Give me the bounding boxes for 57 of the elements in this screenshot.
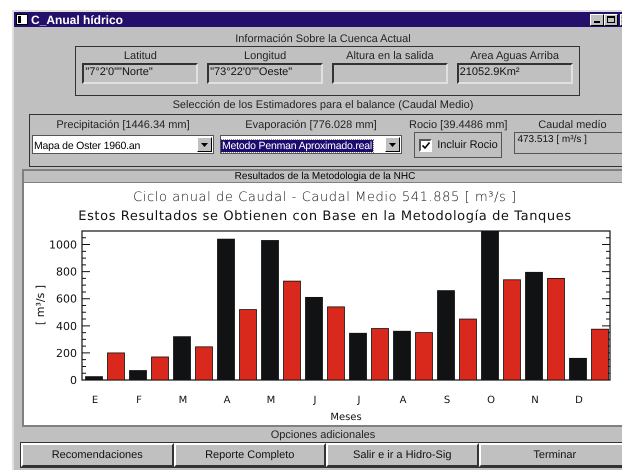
tick-label: D: [575, 395, 583, 406]
section-title: Opciones adicionales: [270, 428, 376, 442]
tick-label: N: [531, 395, 539, 406]
tick-label: 600: [56, 292, 77, 306]
maximize-button[interactable]: [604, 14, 618, 26]
field-label: Caudal medío: [538, 118, 607, 132]
field-label: Precipitación [1446.34 mm]: [56, 118, 190, 132]
action-button[interactable]: Salir e ir a Hidro-Sig: [326, 443, 478, 467]
section-title: Información Sobre la Cuenca Actual: [234, 32, 412, 46]
tick-label: F: [136, 395, 142, 406]
field-label: Latitud: [124, 49, 157, 63]
tick-label: 1000: [49, 238, 77, 252]
field-label: Area Aguas Arriba: [470, 49, 559, 63]
tick-label: J: [314, 395, 316, 406]
tick-label: 400: [56, 320, 77, 333]
caret-icon: [389, 142, 396, 146]
field-label: Rocio [39.4486 mm]: [409, 118, 508, 132]
text-field[interactable]: "73°22'0""Oeste": [207, 63, 324, 84]
minimize-button[interactable]: [590, 14, 604, 26]
tick-label: M: [178, 395, 188, 406]
dropdown-button[interactable]: [197, 137, 212, 152]
tick-label: 0: [70, 374, 77, 387]
tick-label: O: [487, 395, 495, 406]
text-field[interactable]: 21052.9Km²: [456, 63, 573, 84]
chart-subtitle: Estos Resultados se Obtienen con Base en la Metodología de Tanques: [78, 209, 572, 224]
action-button[interactable]: Recomendaciones: [21, 443, 174, 467]
field-label: Longitud: [244, 49, 286, 63]
readonly-field: 473.513 [ m³/s ]: [514, 132, 622, 154]
dropdown-button[interactable]: [385, 137, 400, 152]
action-button[interactable]: Reporte Completo: [174, 443, 326, 467]
check-icon: [422, 142, 430, 148]
tick-label: A: [224, 395, 230, 406]
tick-label: A: [400, 395, 406, 406]
panel-header: Resultados de la Metodologia de la NHC: [24, 171, 622, 183]
tick-label: S: [444, 395, 450, 406]
minimize-icon: [594, 20, 600, 22]
field-label: Altura en la salida: [346, 49, 434, 63]
tick-label: J: [358, 395, 360, 406]
maximize-icon: [607, 16, 615, 23]
action-button[interactable]: Terminar: [478, 443, 622, 467]
section-title: Selección de los Estimadores para el balance (Caudal Medio): [172, 98, 474, 112]
window-icon: [16, 14, 28, 25]
caret-icon: [201, 142, 208, 146]
axis-title: Meses: [330, 412, 362, 423]
text-field[interactable]: "7°2'0""Norte": [82, 63, 198, 84]
tick-label: M: [266, 395, 276, 406]
text-field[interactable]: [332, 63, 448, 84]
window-title: C_Anual hídrico: [31, 14, 124, 26]
dropdown[interactable]: Metodo Penman Aproximado.real: [220, 135, 402, 154]
axis-title: [ m³/s ]: [34, 284, 47, 326]
field-label: Evaporación [776.028 mm]: [245, 118, 377, 132]
checkbox[interactable]: [419, 138, 432, 152]
dropdown[interactable]: Mapa de Oster 1960.an: [32, 135, 214, 154]
tick-label: E: [92, 395, 98, 406]
tick-label: 800: [56, 266, 77, 279]
tick-label: 200: [56, 346, 77, 360]
chart-title: Ciclo anual de Caudal - Caudal Medio 541.885 [ m³/s ]: [133, 190, 517, 205]
